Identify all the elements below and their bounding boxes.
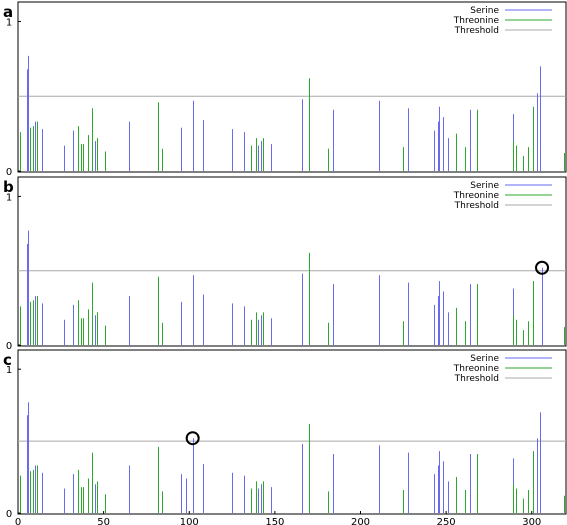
x-tick-label: 200 bbox=[351, 517, 370, 525]
legend-label: Threshold bbox=[454, 26, 499, 36]
highlight-circle-marker bbox=[185, 431, 200, 446]
legend-label: Serine bbox=[470, 354, 499, 364]
legend: SerineThreonineThreshold bbox=[453, 181, 552, 211]
x-tick-label: 100 bbox=[180, 517, 199, 525]
legend-label: Threonine bbox=[453, 191, 500, 201]
x-tick-label: 150 bbox=[265, 517, 284, 525]
panel-a: a01SerineThreonineThreshold bbox=[3, 1, 567, 178]
y-tick-label: 0 bbox=[6, 509, 12, 520]
legend-label: Serine bbox=[470, 6, 499, 16]
y-tick-label: 1 bbox=[6, 192, 12, 203]
x-tick-label: 300 bbox=[522, 517, 541, 525]
y-tick-label: 1 bbox=[6, 365, 12, 376]
x-tick-label: 0 bbox=[15, 517, 21, 525]
figure: a01SerineThreonineThresholdb01SerineThre… bbox=[3, 1, 567, 525]
y-tick-label: 1 bbox=[6, 17, 12, 28]
legend-label: Threonine bbox=[453, 16, 500, 26]
y-tick-label: 0 bbox=[6, 167, 12, 178]
legend-label: Threonine bbox=[453, 364, 500, 374]
legend: SerineThreonineThreshold bbox=[453, 354, 552, 384]
panel-c: c01SerineThreonineThreshold0 50 100 150 200 2… bbox=[3, 349, 567, 525]
x-tick-label: 50 bbox=[97, 517, 110, 525]
legend-label: Threshold bbox=[454, 374, 499, 384]
legend-label: Threshold bbox=[454, 201, 499, 211]
panel-b: b01SerineThreonineThreshold bbox=[3, 176, 567, 352]
x-tick-label: 250 bbox=[437, 517, 456, 525]
legend-label: Serine bbox=[470, 181, 499, 191]
legend: SerineThreonineThreshold bbox=[453, 6, 552, 36]
